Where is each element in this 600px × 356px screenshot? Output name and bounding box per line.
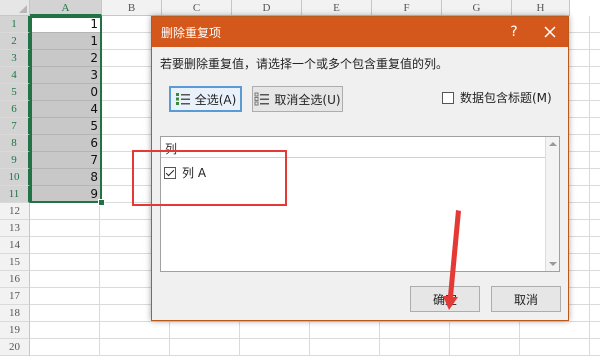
row-header[interactable]: 6 xyxy=(0,101,30,118)
dialog-instruction: 若要删除重复值，请选择一个或多个包含重复值的列。 xyxy=(160,57,449,71)
row-header[interactable]: 8 xyxy=(0,135,30,152)
scroll-down-icon[interactable] xyxy=(549,262,557,266)
help-button[interactable]: ? xyxy=(502,20,526,44)
select-all-label: 全选(A) xyxy=(194,92,237,107)
headers-checkbox-label: 数据包含标题(M) xyxy=(460,91,552,105)
row-header[interactable]: 15 xyxy=(0,254,30,271)
cell-a[interactable]: 1 xyxy=(30,33,102,50)
row-header[interactable]: 17 xyxy=(0,288,30,305)
row-header[interactable]: 1 xyxy=(0,16,30,33)
row-header[interactable]: 16 xyxy=(0,271,30,288)
dialog-title: 删除重复项 xyxy=(161,26,222,40)
select-all-corner[interactable] xyxy=(0,0,30,16)
row-header[interactable]: 4 xyxy=(0,67,30,84)
row-header[interactable]: 7 xyxy=(0,118,30,135)
row-header[interactable]: 14 xyxy=(0,237,30,254)
column-header-d[interactable]: D xyxy=(232,0,302,16)
column-header-h[interactable]: H xyxy=(512,0,570,16)
close-icon xyxy=(544,26,556,38)
column-header-f[interactable]: F xyxy=(372,0,442,16)
cell-a[interactable]: 8 xyxy=(30,169,102,186)
column-header-e[interactable]: E xyxy=(302,0,372,16)
cell-a[interactable]: 3 xyxy=(30,67,102,84)
row-header[interactable]: 18 xyxy=(0,305,30,322)
scroll-up-icon[interactable] xyxy=(549,142,557,146)
my-data-has-headers-option[interactable]: 数据包含标题(M) xyxy=(442,89,552,106)
unselect-all-button[interactable]: 取消全选(U) xyxy=(252,86,343,112)
row-headers: 1 2 3 4 5 6 7 8 9 10 11 12 13 14 15 16 17 18 19 20 xyxy=(0,16,30,356)
cell-a[interactable]: 9 xyxy=(30,186,102,203)
unselect-all-label: 取消全选(U) xyxy=(274,92,341,107)
row-header[interactable]: 12 xyxy=(0,203,30,220)
fill-handle[interactable] xyxy=(98,199,105,206)
cell-a[interactable]: 5 xyxy=(30,118,102,135)
row-header[interactable]: 3 xyxy=(0,50,30,67)
select-all-button[interactable]: 全选(A) xyxy=(169,86,242,112)
ok-button[interactable]: 确定 xyxy=(410,286,480,312)
headers-checkbox[interactable] xyxy=(442,91,454,104)
close-button[interactable] xyxy=(538,20,562,44)
column-header-c[interactable]: C xyxy=(162,0,232,16)
dialog-titlebar[interactable]: 删除重复项 ? xyxy=(152,17,568,47)
column-header-b[interactable]: B xyxy=(102,0,162,16)
row-header[interactable]: 19 xyxy=(0,322,30,339)
highlight-box xyxy=(132,150,287,206)
cell-a[interactable]: 2 xyxy=(30,50,102,67)
row-header[interactable]: 10 xyxy=(0,169,30,186)
row-header[interactable]: 5 xyxy=(0,84,30,101)
cell-a[interactable]: 6 xyxy=(30,135,102,152)
cell-a[interactable]: 1 xyxy=(30,16,102,33)
row-header[interactable]: 2 xyxy=(0,33,30,50)
row-header[interactable]: 13 xyxy=(0,220,30,237)
select-all-list-icon xyxy=(175,93,190,105)
column-headers: A B C D E F G H xyxy=(30,0,570,16)
column-a-cells[interactable]: 11230456789 xyxy=(30,16,102,203)
row-header[interactable]: 9 xyxy=(0,152,30,169)
cell-a[interactable]: 7 xyxy=(30,152,102,169)
cancel-button[interactable]: 取消 xyxy=(491,286,561,312)
column-header-g[interactable]: G xyxy=(442,0,512,16)
row-header[interactable]: 20 xyxy=(0,339,30,356)
unselect-all-list-icon xyxy=(254,92,270,106)
cell-a[interactable]: 0 xyxy=(30,84,102,101)
cell-a[interactable]: 4 xyxy=(30,101,102,118)
row-header[interactable]: 11 xyxy=(0,186,30,203)
column-header-a[interactable]: A xyxy=(30,0,102,16)
list-scrollbar[interactable] xyxy=(545,137,559,271)
